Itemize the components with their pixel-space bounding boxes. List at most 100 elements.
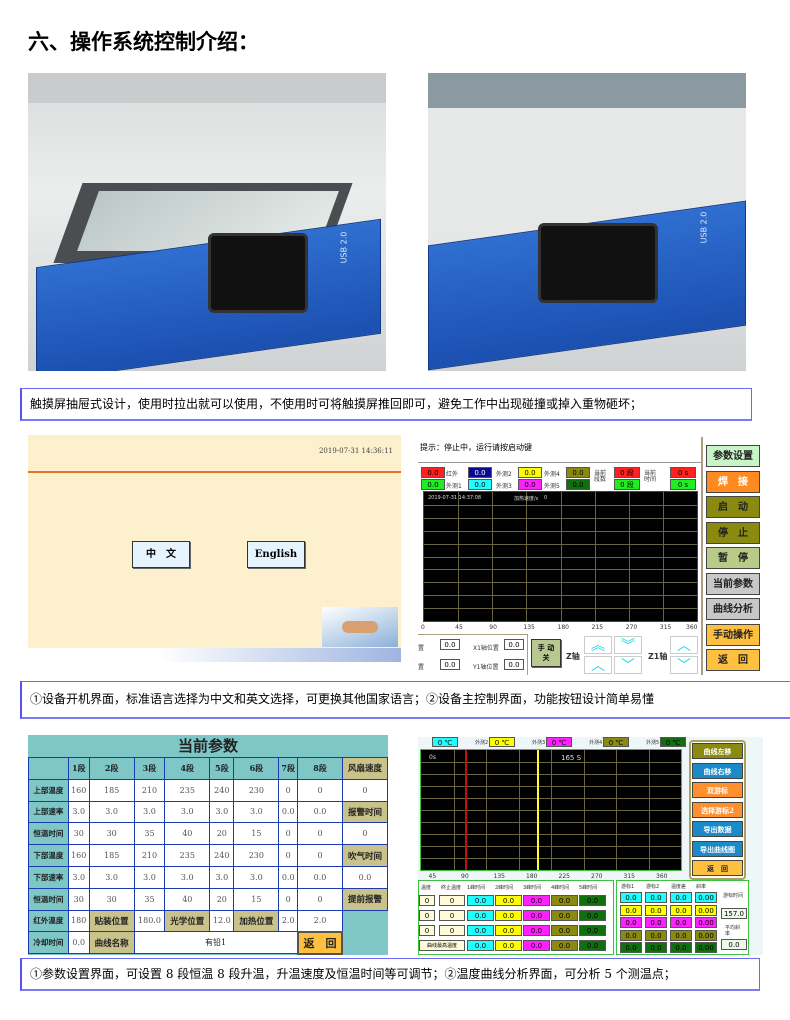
start-temp-field[interactable]: 0 xyxy=(419,910,435,921)
param-field[interactable]: 0 xyxy=(297,887,343,911)
z-down-fine-button[interactable]: ﹀ xyxy=(614,656,642,674)
side-button[interactable]: 返 回 xyxy=(706,649,760,671)
english-button[interactable]: English xyxy=(247,541,305,568)
curve-name-field[interactable]: 有铅1 xyxy=(133,931,299,955)
cool-time-field[interactable]: 0.0 xyxy=(67,931,90,955)
side-button[interactable]: 暂 停 xyxy=(706,547,760,569)
param-field[interactable]: 3.0 xyxy=(67,865,90,889)
param-field[interactable]: 20 xyxy=(209,887,235,911)
param-field[interactable]: 3.0 xyxy=(233,800,280,824)
param-field[interactable]: 30 xyxy=(88,822,135,846)
param-field[interactable]: 35 xyxy=(133,887,166,911)
start-temp-field[interactable]: 0 xyxy=(419,895,435,906)
side-button[interactable]: 双游标 xyxy=(692,782,743,798)
param-field[interactable]: 240 xyxy=(209,778,235,802)
end-temp-field[interactable]: 0 xyxy=(439,910,465,921)
param-field[interactable]: 3.0 xyxy=(164,800,211,824)
param-field[interactable]: 0.0 xyxy=(297,865,343,889)
param-field[interactable]: 185 xyxy=(88,778,135,802)
cursor-2-line[interactable] xyxy=(537,750,539,870)
param-field[interactable]: 0.0 xyxy=(278,865,299,889)
z-down-button[interactable]: ︾ xyxy=(614,636,642,654)
param-field[interactable]: 0.0 xyxy=(278,800,299,824)
start-temp-field[interactable]: 0 xyxy=(419,925,435,936)
param-field[interactable]: 0 xyxy=(278,844,299,867)
z-axis-label: Z轴 xyxy=(566,652,580,661)
param-field[interactable]: 0 xyxy=(278,822,299,846)
param-field[interactable]: 0.0 xyxy=(297,800,343,824)
param-field[interactable]: 3.0 xyxy=(133,800,166,824)
param-field[interactable]: 3.0 xyxy=(164,865,211,889)
param-field[interactable]: 235 xyxy=(164,778,211,802)
back-button[interactable]: 返 回 xyxy=(296,930,344,955)
param-field[interactable]: 0 xyxy=(297,822,343,846)
mount-pos-field[interactable]: 180.0 xyxy=(133,909,166,933)
heat-pos-field[interactable]: 2.0 xyxy=(278,909,299,933)
param-field[interactable]: 235 xyxy=(164,844,211,867)
param-field[interactable]: 160 xyxy=(67,778,90,802)
side-button[interactable]: 启 动 xyxy=(706,496,760,518)
x1-axis-field[interactable]: 0.0 xyxy=(504,639,524,650)
x-axis-field[interactable]: 0.0 xyxy=(440,639,460,650)
end-temp-field[interactable]: 0 xyxy=(439,925,465,936)
side-button[interactable]: 导出数据 xyxy=(692,821,743,837)
z-up-button[interactable]: ︽ xyxy=(584,636,612,654)
side-button[interactable]: 当前参数 xyxy=(706,572,760,595)
cursor-1-line[interactable] xyxy=(465,750,467,870)
y1-axis-field[interactable]: 0.0 xyxy=(504,659,524,670)
probe-label: 外测5 xyxy=(646,740,660,746)
z-up-fine-button[interactable]: ︿ xyxy=(584,656,612,674)
side-button[interactable]: 曲线右移 xyxy=(692,762,743,779)
optical-pos-field[interactable]: 12.0 xyxy=(209,909,235,933)
side-param-field[interactable]: 0 xyxy=(341,822,388,846)
side-button[interactable]: 返 回 xyxy=(692,860,743,876)
param-field[interactable]: 20 xyxy=(209,822,235,846)
param-field[interactable]: 0 xyxy=(278,887,299,911)
param-field[interactable]: 15 xyxy=(233,887,280,911)
side-button[interactable]: 曲线分析 xyxy=(706,598,760,620)
param-field[interactable]: 230 xyxy=(233,844,280,867)
param-field[interactable]: 210 xyxy=(133,844,166,867)
param-field[interactable]: 0 xyxy=(297,844,343,867)
chinese-button[interactable]: 中 文 xyxy=(132,541,190,568)
z1-up-button[interactable]: ︿ xyxy=(670,636,698,654)
end-temp-field[interactable]: 0 xyxy=(439,895,465,906)
param-field[interactable]: 30 xyxy=(67,887,90,911)
ir-temp-field[interactable]: 180 xyxy=(67,909,90,933)
param-field[interactable]: 30 xyxy=(88,887,135,911)
param-field[interactable]: 40 xyxy=(164,822,211,846)
param-field[interactable]: 3.0 xyxy=(133,865,166,889)
side-param-field[interactable]: 0.0 xyxy=(341,865,388,889)
param-field[interactable]: 3.0 xyxy=(67,800,90,824)
side-button[interactable]: 焊 接 xyxy=(706,470,760,493)
side-button[interactable]: 手动操作 xyxy=(706,623,760,646)
side-param-field[interactable]: 0 xyxy=(341,778,388,802)
param-field[interactable]: 3.0 xyxy=(88,800,135,824)
param-field[interactable]: 210 xyxy=(133,778,166,802)
param-field[interactable]: 240 xyxy=(209,844,235,867)
z1-axis-label: Z1轴 xyxy=(648,652,668,661)
z1-down-button[interactable]: ﹀ xyxy=(670,656,698,674)
param-field[interactable]: 185 xyxy=(88,844,135,867)
param-field[interactable]: 15 xyxy=(233,822,280,846)
param-field[interactable]: 3.0 xyxy=(233,865,280,889)
prompt-text: 提示：停止中，运行请按启动键 xyxy=(420,443,532,452)
param-field[interactable]: 0 xyxy=(278,778,299,802)
side-button[interactable]: 导出曲线图 xyxy=(692,840,743,857)
side-button[interactable]: 参数设置 xyxy=(706,445,760,467)
param-field[interactable]: 0 xyxy=(297,778,343,802)
param-field[interactable]: 3.0 xyxy=(209,800,235,824)
param-field[interactable]: 230 xyxy=(233,778,280,802)
param-field[interactable]: 160 xyxy=(67,844,90,867)
side-button[interactable]: 停 止 xyxy=(706,521,760,544)
manual-toggle-button[interactable]: 手 动 关 xyxy=(531,639,561,667)
param-field[interactable]: 3.0 xyxy=(209,865,235,889)
param-field[interactable]: 40 xyxy=(164,887,211,911)
param-field[interactable]: 35 xyxy=(133,822,166,846)
side-param-field[interactable]: 2.0 xyxy=(297,909,343,933)
param-field[interactable]: 3.0 xyxy=(88,865,135,889)
y-axis-field[interactable]: 0.0 xyxy=(440,659,460,670)
side-button[interactable]: 选择游标2 xyxy=(692,801,743,818)
side-button[interactable]: 曲线左移 xyxy=(692,743,743,759)
param-field[interactable]: 30 xyxy=(67,822,90,846)
